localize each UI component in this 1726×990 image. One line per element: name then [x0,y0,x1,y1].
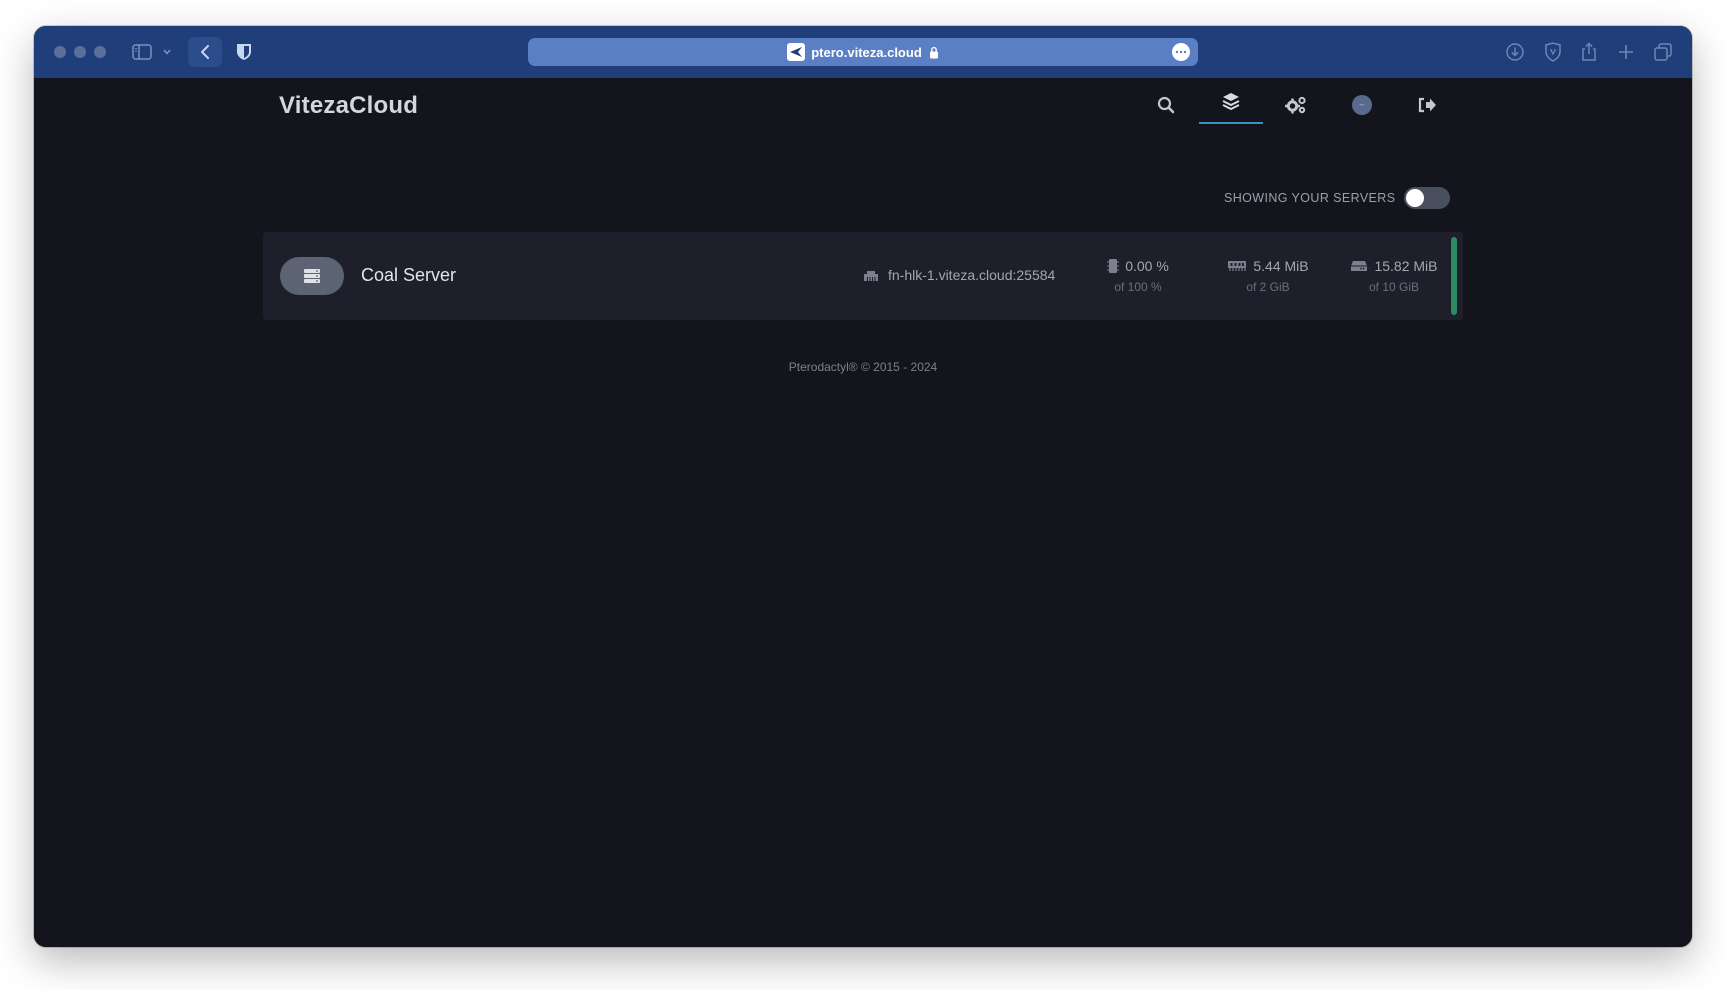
search-icon[interactable] [1148,92,1184,118]
address-bar[interactable]: ptero.viteza.cloud [528,38,1198,66]
allocation-address: fn-hlk-1.viteza.cloud:25584 [888,267,1056,283]
showing-servers-label: SHOWING YOUR SERVERS [1224,191,1396,205]
browser-window: ptero.viteza.cloud VitezaCloud SHOWING Y… [34,26,1692,947]
new-tab-icon[interactable] [1613,39,1639,65]
toggle-knob [1406,189,1425,207]
tab-overview-icon[interactable] [1650,39,1676,65]
memory-limit: of 2 GiB [1246,280,1290,294]
lock-icon [929,46,939,59]
share-icon[interactable] [1576,39,1602,65]
server-rack-icon [304,269,320,283]
user-avatar[interactable] [1344,92,1380,118]
server-allocation: fn-hlk-1.viteza.cloud:25584 [862,267,1055,283]
show-all-servers-toggle[interactable] [1404,187,1451,209]
site-favicon-icon [787,43,806,61]
back-button[interactable] [188,37,222,67]
sign-out-icon[interactable] [1409,92,1445,118]
server-filter-row: SHOWING YOUR SERVERS [1224,185,1451,211]
zoom-window-button[interactable] [94,46,106,58]
disk-value: 15.82 MiB [1374,258,1438,274]
memory-value: 5.44 MiB [1253,258,1309,274]
disk-usage: 15.82 MiB of 10 GiB [1339,258,1449,294]
disk-limit: of 10 GiB [1368,280,1420,294]
privacy-report-icon[interactable] [1540,39,1566,65]
minimize-window-button[interactable] [74,46,86,58]
admin-cogs-icon[interactable] [1278,92,1314,118]
hard-drive-icon [1351,261,1368,271]
brand-logo-text[interactable]: VitezaCloud [279,92,418,120]
ethernet-icon [864,271,878,281]
close-window-button[interactable] [54,46,66,58]
memory-usage: 5.44 MiB of 2 GiB [1213,258,1323,294]
server-status-indicator [1451,237,1457,315]
cpu-chip-icon [1107,259,1120,273]
cpu-usage: 0.00 % of 100 % [1093,258,1183,294]
page-menu-icon[interactable] [1172,43,1190,61]
chevron-down-icon[interactable] [160,40,174,64]
page-content: VitezaCloud SHOWING YOUR SERVERS Coal Se… [34,78,1692,947]
memory-icon [1228,261,1247,271]
url-text: ptero.viteza.cloud [811,44,922,60]
server-icon-badge [280,257,344,295]
cpu-value: 0.00 % [1125,258,1169,274]
server-name: Coal Server [361,265,457,285]
browser-toolbar: ptero.viteza.cloud [34,26,1692,78]
server-row[interactable]: Coal Server fn-hlk-1.viteza.cloud:25584 … [263,232,1463,320]
cpu-limit: of 100 % [1114,280,1162,294]
sidebar-icon[interactable] [130,40,154,64]
downloads-icon[interactable] [1502,39,1528,65]
footer-copyright: Pterodactyl® © 2015 - 2024 [788,360,938,374]
password-manager-icon[interactable] [232,40,256,64]
servers-layers-icon[interactable] [1199,82,1263,124]
